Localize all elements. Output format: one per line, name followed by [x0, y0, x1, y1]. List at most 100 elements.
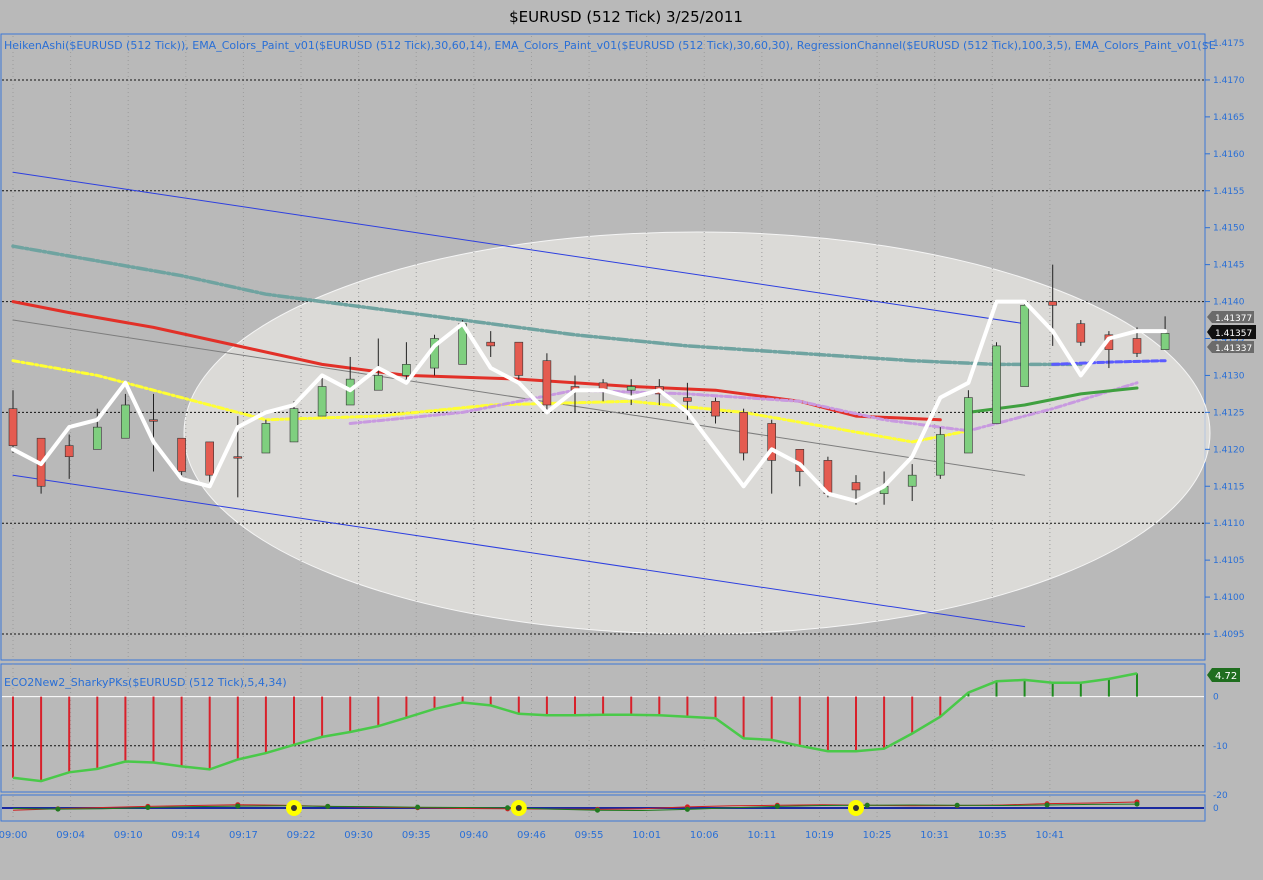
- y-tick-label: 1.4125: [1213, 408, 1245, 418]
- oscillator-dot: [684, 806, 690, 812]
- candle-body: [289, 408, 299, 443]
- candle-body: [851, 482, 861, 491]
- x-tick-label: 10:01: [632, 830, 661, 841]
- indicator-panel-label: ECO2New2_SharkyPKs($EURUSD (512 Tick),5,…: [4, 676, 287, 689]
- x-tick-label: 09:30: [344, 830, 373, 841]
- candle-body: [514, 341, 524, 376]
- signal-marker-center: [515, 805, 522, 811]
- x-tick-label: 10:06: [690, 830, 719, 841]
- oscillator-dot: [505, 805, 511, 811]
- signal-marker-center: [291, 805, 297, 811]
- price-tag-lower: 1.41337: [1207, 341, 1254, 354]
- x-tick-label: 10:19: [805, 830, 834, 841]
- y-tick-label: 1.4170: [1213, 76, 1245, 86]
- oscillator-dot: [774, 803, 780, 809]
- x-tick-label: 09:10: [114, 830, 143, 841]
- y-tick-label: 1.4110: [1213, 519, 1245, 529]
- highlight-ellipse: [183, 231, 1211, 635]
- candle-body: [8, 408, 18, 446]
- candle: [261, 419, 271, 454]
- x-tick-label: 09:40: [459, 830, 488, 841]
- candle-body: [317, 386, 327, 417]
- candle-body: [373, 375, 383, 391]
- y-tick-label: 1.4115: [1213, 482, 1245, 492]
- candle-body: [1132, 338, 1142, 354]
- candle-body: [177, 437, 186, 472]
- x-tick-label: 10:41: [1035, 830, 1064, 841]
- x-tick-label: 09:14: [171, 830, 200, 841]
- indicator-tag-text: 4.72: [1215, 671, 1237, 682]
- candle: [1020, 301, 1029, 387]
- oscillator-dot: [145, 804, 151, 810]
- candle-body: [907, 474, 917, 487]
- oscillator-dot: [1044, 802, 1050, 808]
- x-tick-label: 09:17: [229, 830, 258, 841]
- candle-body: [233, 456, 243, 459]
- y-tick-label: 1.4120: [1213, 445, 1245, 455]
- candle: [992, 342, 1001, 424]
- x-tick-label: 10:25: [863, 830, 892, 841]
- indicator-y-tick-label: -10: [1213, 742, 1228, 752]
- candle-body: [1048, 301, 1057, 306]
- price-tag-last-text: 1.41357: [1215, 329, 1252, 339]
- y-tick-label: 1.4140: [1213, 298, 1245, 308]
- y-tick-label: 1.4145: [1213, 261, 1245, 271]
- signal-marker-center: [853, 805, 859, 811]
- y-tick-label: 1.4155: [1213, 187, 1245, 197]
- candle-body: [205, 441, 214, 476]
- candle-body: [542, 360, 552, 406]
- candle-body: [121, 404, 130, 439]
- oscillator-y-tick-label: 0: [1213, 804, 1219, 814]
- candle-body: [486, 341, 496, 347]
- x-tick-label: 10:35: [978, 830, 1007, 841]
- candle-body: [683, 397, 692, 402]
- indicator-tag: 4.72: [1207, 668, 1240, 682]
- candle-body: [739, 412, 748, 454]
- candle-body: [149, 419, 158, 422]
- candle: [1076, 320, 1086, 346]
- x-tick-label: 09:35: [402, 830, 431, 841]
- y-tick-label: 1.4160: [1213, 150, 1245, 160]
- oscillator-dot: [864, 802, 870, 808]
- x-tick-label: 09:46: [517, 830, 546, 841]
- x-tick-label: 09:04: [56, 830, 85, 841]
- oscillator-dot: [1134, 801, 1140, 807]
- candle-body: [261, 423, 271, 454]
- oscillator-dot: [415, 804, 421, 810]
- indicator-y-tick-label: -20: [1213, 791, 1228, 801]
- candle: [964, 390, 973, 454]
- candle: [514, 341, 524, 380]
- candle-body: [711, 400, 720, 417]
- x-tick-label: 10:11: [747, 830, 776, 841]
- price-tag-last: 1.41357: [1207, 325, 1256, 339]
- candle: [177, 437, 186, 476]
- oscillator-dot: [235, 803, 241, 809]
- candle: [935, 427, 945, 479]
- y-tick-label: 1.4165: [1213, 113, 1245, 123]
- indicator-y-tick-label: 0: [1213, 693, 1219, 703]
- price-tag-upper: 1.41377: [1207, 311, 1254, 324]
- x-tick-label: 09:22: [287, 830, 316, 841]
- oscillator-dot: [594, 807, 600, 813]
- chart-title: $EURUSD (512 Tick) 3/25/2011: [509, 8, 743, 26]
- candle-body: [1076, 323, 1086, 343]
- trading-chart: $EURUSD (512 Tick) 3/25/2011 0 -10 -20 0 0…: [0, 0, 1263, 876]
- candle-body: [992, 345, 1001, 424]
- y-tick-label: 1.4175: [1213, 39, 1245, 49]
- candle-body: [935, 434, 945, 476]
- oscillator-dot: [954, 802, 960, 808]
- candle-body: [64, 445, 74, 457]
- price-tag-lower-text: 1.41337: [1215, 344, 1252, 354]
- candle-body: [1160, 333, 1170, 350]
- y-tick-label: 1.4105: [1213, 556, 1245, 566]
- candle-body: [402, 364, 411, 376]
- chart-window: $EURUSD (512 Tick) 3/25/2011 0 -10 -20 0 0…: [0, 0, 1263, 876]
- y-tick-label: 1.4150: [1213, 224, 1245, 234]
- candle-body: [964, 397, 973, 454]
- candle-body: [626, 386, 636, 391]
- oscillator-dot: [55, 806, 61, 812]
- candle-body: [93, 426, 102, 450]
- candle: [542, 353, 552, 413]
- x-tick-label: 10:31: [920, 830, 949, 841]
- x-tick-label: 09:55: [575, 830, 604, 841]
